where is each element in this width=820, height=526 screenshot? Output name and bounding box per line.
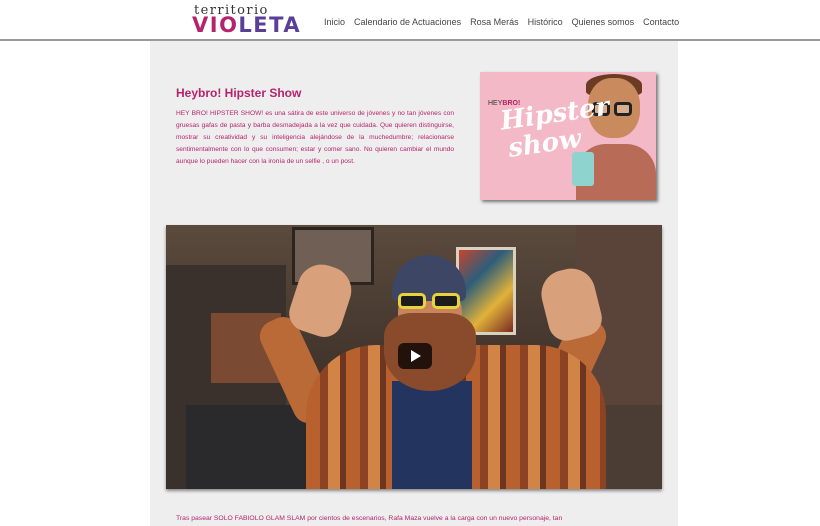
logo-part-2: LETA	[238, 13, 302, 37]
poster-glasses-right	[614, 102, 632, 116]
article-continuation: Tras pasear SOLO FABIOLO GLAM SLAM por c…	[176, 515, 563, 522]
nav-contacto[interactable]: Contacto	[643, 17, 679, 27]
video-shirt	[392, 381, 472, 489]
show-poster-image[interactable]: HEYBRO! Hipster show	[480, 72, 656, 200]
nav-rosa-meras[interactable]: Rosa Merás	[470, 17, 519, 27]
poster-cup	[572, 152, 594, 186]
site-logo[interactable]: territorio VIOLETA	[192, 3, 302, 37]
video-box	[186, 405, 306, 489]
article-description: HEY BRO! HIPSTER SHOW! es una sátira de …	[176, 110, 454, 165]
nav-quienes-somos[interactable]: Quienes somos	[572, 17, 635, 27]
nav-calendario[interactable]: Calendario de Actuaciones	[354, 17, 461, 27]
site-header: territorio VIOLETA Inicio Calendario de …	[0, 0, 820, 40]
video-lens-left	[398, 293, 426, 309]
article-title: Heybro! Hipster Show	[176, 86, 302, 100]
play-icon	[411, 350, 421, 362]
main-nav: Inicio Calendario de Actuaciones Rosa Me…	[324, 17, 688, 27]
nav-historico[interactable]: Histórico	[528, 17, 563, 27]
nav-inicio[interactable]: Inicio	[324, 17, 345, 27]
play-button[interactable]	[398, 343, 432, 369]
video-lens-right	[432, 293, 460, 309]
video-sunglasses	[396, 293, 464, 311]
logo-wordmark: VIOLETA	[192, 13, 301, 37]
logo-part-1: VIO	[192, 13, 239, 37]
